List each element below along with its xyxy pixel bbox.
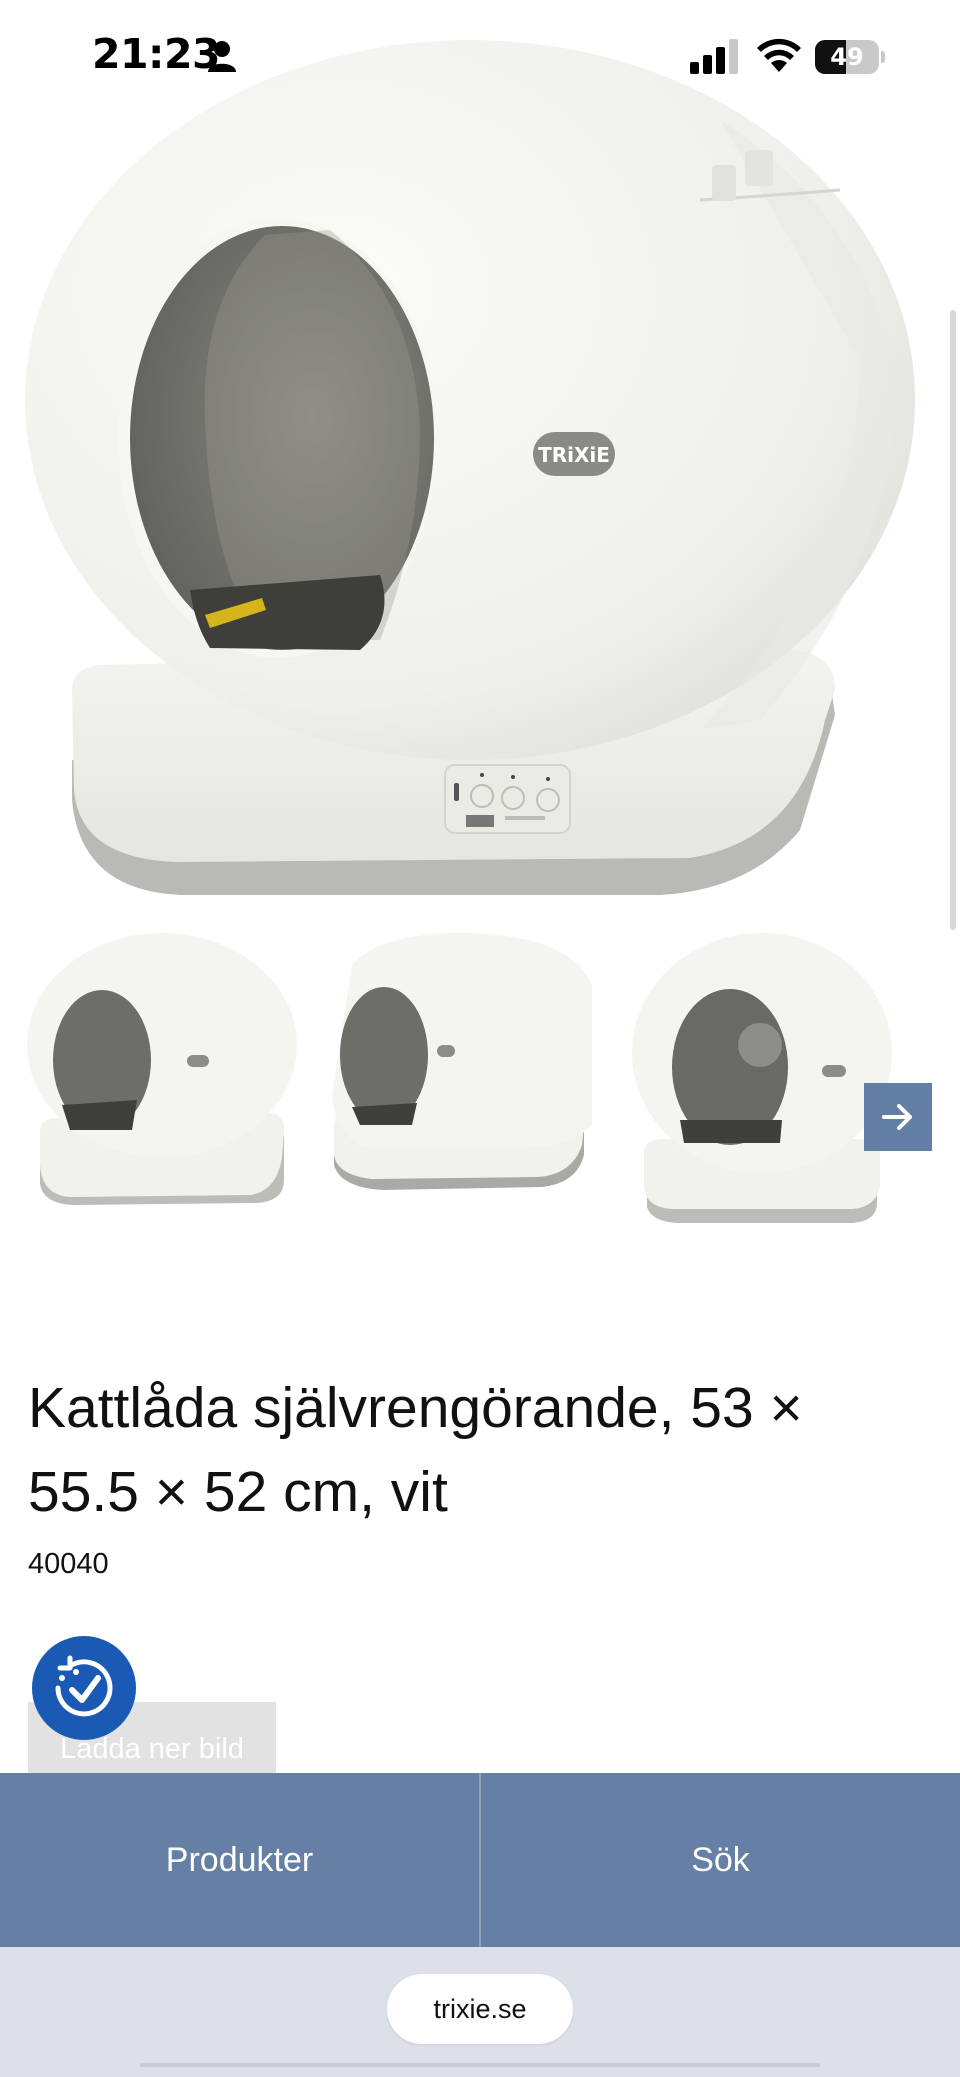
cellular-signal-icon <box>690 39 738 74</box>
thumbnail-2[interactable] <box>322 925 602 1225</box>
arrow-right-icon <box>882 1104 912 1130</box>
person-icon <box>208 41 236 72</box>
accessibility-check-icon[interactable] <box>32 1636 136 1740</box>
wifi-icon <box>757 38 801 72</box>
trixie-logo: TRiXiE <box>538 443 610 467</box>
product-title: Kattlåda självrengörande, 53 × 55.5 × 52… <box>28 1376 803 1524</box>
scroll-indicator <box>950 310 956 930</box>
battery-level: 49 <box>830 43 864 71</box>
nav-search-button[interactable]: Sök <box>481 1773 960 1947</box>
gallery-next-button[interactable] <box>864 1083 932 1151</box>
thumbnail-1[interactable] <box>22 925 302 1225</box>
browser-toolbar: trixie.se <box>0 1947 960 2077</box>
url-bar[interactable]: trixie.se <box>387 1974 573 2044</box>
product-main-image[interactable]: TRiXiE <box>0 0 960 910</box>
battery-icon: 49 <box>815 40 885 74</box>
bottom-navigation: Produkter Sök <box>0 1773 960 1947</box>
status-time: 21:23 <box>92 30 221 78</box>
thumbnail-3[interactable] <box>622 925 902 1225</box>
nav-products-button[interactable]: Produkter <box>0 1773 479 1947</box>
status-bar: 21:23 49 <box>0 0 960 110</box>
thumbnail-strip <box>0 925 960 1235</box>
home-indicator <box>140 2063 820 2067</box>
product-sku: 40040 <box>28 1548 109 1580</box>
